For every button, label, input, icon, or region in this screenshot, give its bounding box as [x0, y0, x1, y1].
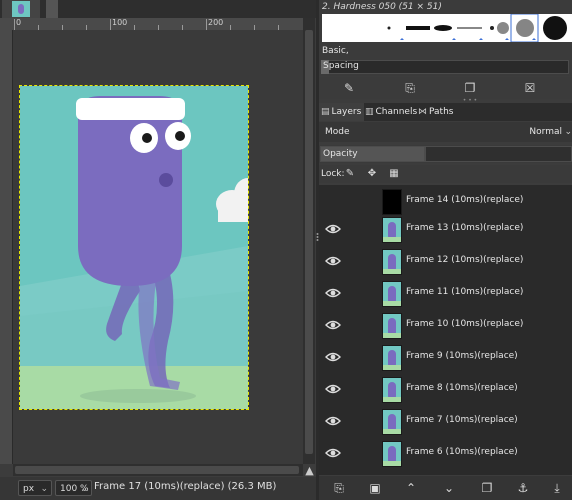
- chevron-down-icon: ⌄: [40, 484, 48, 494]
- layer-name: Frame 13 (10ms)(replace): [406, 223, 524, 233]
- eye-icon[interactable]: [325, 413, 341, 429]
- lock-pixels-icon[interactable]: ✎: [343, 167, 357, 181]
- layers-icon: ▤: [321, 107, 330, 117]
- layer-name: Frame 7 (10ms)(replace): [406, 415, 518, 425]
- layers-list[interactable]: Frame 14 (10ms)(replace) Frame 13 (10ms)…: [319, 185, 572, 475]
- vertical-ruler[interactable]: [0, 30, 13, 464]
- layer-row[interactable]: Frame 10 (10ms)(replace): [319, 309, 572, 341]
- layer-row[interactable]: Frame 7 (10ms)(replace): [319, 405, 572, 437]
- layers-actions-bar: ⎘ ▣ ⌃ ⌄ ❐ ⚓ ⤓: [319, 476, 572, 500]
- layer-name: Frame 11 (10ms)(replace): [406, 287, 524, 297]
- channels-icon: ▥: [365, 107, 374, 117]
- eye-icon[interactable]: [325, 285, 341, 301]
- tab-layers[interactable]: ▤ Layers: [319, 103, 364, 121]
- mode-value: Normal: [529, 127, 562, 137]
- layer-name: Frame 10 (10ms)(replace): [406, 319, 524, 329]
- eye-icon[interactable]: [325, 221, 341, 237]
- tab-label: Paths: [429, 107, 454, 117]
- layer-thumbnail: [382, 377, 402, 403]
- layer-thumbnail: [382, 409, 402, 435]
- edit-brush-icon[interactable]: ✎: [341, 80, 357, 96]
- layer-row[interactable]: Frame 13 (10ms)(replace): [319, 213, 572, 245]
- lock-label: Lock:: [321, 169, 345, 179]
- layer-thumbnail: [382, 313, 402, 339]
- tab-paths[interactable]: ⋈ Paths: [416, 103, 458, 121]
- unit-select[interactable]: px ⌄: [18, 480, 52, 496]
- lock-row: Lock: ✎ ✥ ▦: [319, 165, 572, 183]
- eye-icon[interactable]: [325, 445, 341, 461]
- new-brush-icon[interactable]: ⎘: [402, 80, 418, 96]
- spacing-label: Spacing: [323, 61, 359, 71]
- image-tab-secondary[interactable]: [46, 0, 58, 18]
- ruler-label: 100: [112, 18, 128, 27]
- tab-label: Channels: [375, 107, 418, 117]
- layer-name: Frame 8 (10ms)(replace): [406, 383, 518, 393]
- layer-name: Frame 6 (10ms)(replace): [406, 447, 518, 457]
- new-layer-group-icon[interactable]: ▣: [367, 480, 383, 496]
- vertical-scrollbar-thumb[interactable]: [305, 30, 313, 454]
- chevron-down-icon: ⌄: [80, 484, 88, 494]
- brush-actions-bar: ✎ ⎘ ❐ ☒: [319, 77, 572, 99]
- layer-thumbnail: [382, 345, 402, 371]
- opacity-value-field[interactable]: [425, 146, 572, 162]
- ruler-label: 200: [208, 18, 224, 27]
- delete-brush-icon[interactable]: ☒: [522, 80, 538, 96]
- image-tab-thumbnail[interactable]: [2, 0, 40, 18]
- merge-down-icon[interactable]: ⤓: [549, 480, 565, 496]
- brush-grid: [322, 13, 572, 43]
- layer-row[interactable]: Frame 9 (10ms)(replace): [319, 341, 572, 373]
- brush-thumbnails[interactable]: [322, 13, 572, 43]
- tab-channels[interactable]: ▥ Channels: [363, 103, 417, 121]
- status-message: Frame 17 (10ms)(replace) (26.3 MB): [94, 481, 277, 492]
- spacing-slider[interactable]: Spacing: [319, 58, 572, 76]
- lock-position-icon[interactable]: ✥: [365, 167, 379, 181]
- tab-label: Layers: [331, 107, 362, 117]
- opacity-label: Opacity: [323, 149, 358, 159]
- raise-layer-icon[interactable]: ⌃: [403, 480, 419, 496]
- opacity-slider[interactable]: Opacity: [319, 145, 572, 163]
- layer-name: Frame 12 (10ms)(replace): [406, 255, 524, 265]
- layer-name: Frame 14 (10ms)(replace): [406, 195, 524, 205]
- lower-layer-icon[interactable]: ⌄: [441, 480, 457, 496]
- dock-tabs: ▤ Layers ▥ Channels ⋈ Paths: [319, 103, 572, 121]
- eye-icon[interactable]: [325, 381, 341, 397]
- horizontal-scrollbar-thumb[interactable]: [15, 466, 299, 474]
- layer-thumbnail: [382, 249, 402, 275]
- canvas-artwork: [20, 86, 248, 409]
- mode-label: Mode: [325, 127, 350, 137]
- eye-icon[interactable]: [325, 253, 341, 269]
- layer-row[interactable]: Frame 11 (10ms)(replace): [319, 277, 572, 309]
- eye-icon[interactable]: [325, 349, 341, 365]
- duplicate-brush-icon[interactable]: ❐: [462, 80, 478, 96]
- layer-row[interactable]: Frame 8 (10ms)(replace): [319, 373, 572, 405]
- image-canvas[interactable]: [19, 85, 249, 410]
- new-layer-icon[interactable]: ⎘: [331, 480, 347, 496]
- layer-row[interactable]: Frame 6 (10ms)(replace): [319, 437, 572, 469]
- lock-alpha-icon[interactable]: ▦: [387, 167, 401, 181]
- layer-thumbnail: [382, 189, 402, 215]
- status-bar: px ⌄ 100 % ⌄ Frame 17 (10ms)(replace) (2…: [0, 477, 318, 500]
- anchor-layer-icon[interactable]: ⚓: [515, 480, 531, 496]
- paths-icon: ⋈: [418, 107, 427, 117]
- layer-thumbnail: [382, 441, 402, 467]
- layer-name: Frame 9 (10ms)(replace): [406, 351, 518, 361]
- zoom-select[interactable]: 100 % ⌄: [55, 480, 92, 496]
- navigate-icon[interactable]: ▲: [303, 464, 316, 477]
- ruler-label: 0: [16, 18, 22, 27]
- brush-title: 2. Hardness 050 (51 × 51): [322, 2, 442, 12]
- chevron-down-icon: ⌄: [564, 127, 572, 137]
- layer-mode-select[interactable]: Mode Normal ⌄: [319, 122, 572, 142]
- layer-thumbnail: [382, 217, 402, 243]
- eye-icon[interactable]: [325, 317, 341, 333]
- brush-preset-label: Basic,: [319, 44, 572, 58]
- layer-thumbnail: [382, 281, 402, 307]
- layer-row[interactable]: Frame 12 (10ms)(replace): [319, 245, 572, 277]
- duplicate-layer-icon[interactable]: ❐: [479, 480, 495, 496]
- unit-value: px: [23, 484, 35, 494]
- brushes-panel: 2. Hardness 050 (51 × 51): [319, 0, 572, 44]
